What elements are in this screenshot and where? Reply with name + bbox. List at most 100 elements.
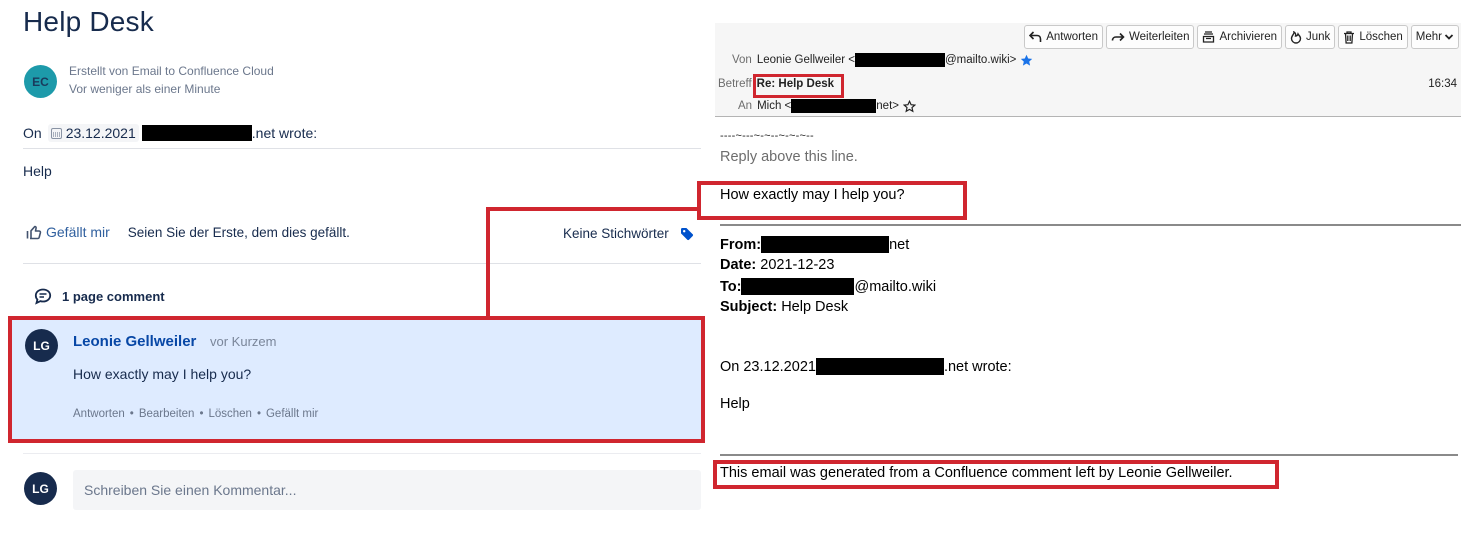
email-time: 16:34 bbox=[1428, 78, 1457, 90]
quoted-date: Date: 2021-12-23 bbox=[720, 257, 834, 273]
byline-created-by: Erstellt von Email to Confluence Cloud bbox=[69, 64, 274, 78]
archive-button[interactable]: Archivieren bbox=[1197, 25, 1283, 49]
labels-text: Keine Stichwörter bbox=[563, 226, 669, 241]
redacted-email bbox=[761, 236, 890, 253]
page-comment: LG Leonie Gellweiler vor Kurzem How exac… bbox=[10, 318, 702, 442]
star-filled-icon[interactable] bbox=[1020, 54, 1033, 67]
footer-note: This email was generated from a Confluen… bbox=[720, 465, 1233, 481]
thumbs-up-icon bbox=[26, 225, 42, 240]
to-label: An bbox=[738, 100, 753, 112]
redacted-sender bbox=[141, 125, 252, 141]
comment-time[interactable]: vor Kurzem bbox=[210, 334, 276, 349]
archive-icon bbox=[1203, 31, 1215, 43]
more-button[interactable]: Mehr bbox=[1410, 25, 1459, 49]
quote-line: On 23.12.2021 .net wrote: bbox=[23, 124, 317, 142]
separator-dot: • bbox=[256, 408, 261, 420]
reply-above-text: Reply above this line. bbox=[720, 149, 858, 165]
quote-suffix: .net wrote: bbox=[943, 358, 1012, 375]
subject-label: Betreff bbox=[718, 78, 752, 90]
page-title: Help Desk bbox=[23, 6, 154, 37]
more-button-label: Mehr bbox=[1415, 31, 1442, 43]
reply-button[interactable]: Antworten bbox=[1024, 25, 1103, 49]
comment-edit-link[interactable]: Bearbeiten bbox=[139, 408, 195, 420]
comment-actions: Antworten • Bearbeiten • Löschen • Gefäl… bbox=[73, 408, 318, 420]
redacted-email bbox=[791, 99, 877, 113]
comment-avatar[interactable]: LG bbox=[25, 329, 58, 362]
chevron-down-icon bbox=[1444, 34, 1454, 40]
trash-icon bbox=[1344, 30, 1355, 44]
annotation-connector bbox=[486, 207, 490, 319]
quoted-subject-label: Subject: bbox=[720, 299, 778, 315]
date-value: 23.12.2021 bbox=[65, 125, 136, 141]
separator-dot: • bbox=[129, 408, 134, 420]
like-row: Gefällt mir Seien Sie der Erste, dem die… bbox=[26, 224, 350, 240]
star-outline-icon[interactable] bbox=[902, 99, 916, 113]
junk-button[interactable]: Junk bbox=[1285, 25, 1336, 49]
quoted-from-label: From: bbox=[720, 236, 762, 253]
to-suffix: net> bbox=[876, 100, 899, 112]
calendar-icon bbox=[50, 127, 62, 139]
tag-icon[interactable] bbox=[680, 227, 694, 241]
junk-button-label: Junk bbox=[1306, 31, 1331, 43]
delete-button-label: Löschen bbox=[1359, 31, 1403, 43]
quote-suffix: .net wrote: bbox=[251, 125, 318, 141]
divider bbox=[23, 453, 701, 454]
to-name[interactable]: Mich < bbox=[757, 100, 791, 112]
comment-delete-link[interactable]: Löschen bbox=[208, 408, 251, 420]
comment-like-link[interactable]: Gefällt mir bbox=[266, 408, 318, 420]
date-lozenge[interactable]: 23.12.2021 bbox=[47, 124, 139, 142]
quote-header: On 23.12.2021 .net wrote: bbox=[720, 358, 1012, 375]
comments-count: 1 page comment bbox=[62, 289, 165, 304]
reply-button-label: Antworten bbox=[1046, 31, 1098, 43]
comment-input[interactable] bbox=[73, 470, 701, 510]
quoted-subject: Subject: Help Desk bbox=[720, 299, 848, 315]
email-header: Antworten Weiterleiten Archivieren Junk … bbox=[715, 23, 1461, 117]
like-info: Seien Sie der Erste, dem dies gefällt. bbox=[127, 224, 350, 240]
comment-body: How exactly may I help you? bbox=[73, 366, 252, 382]
quoted-from: From: net bbox=[720, 236, 909, 253]
subject-value: Re: Help Desk bbox=[756, 78, 835, 90]
quote-prefix: On bbox=[23, 125, 42, 141]
divider bbox=[23, 148, 701, 149]
comments-header: 1 page comment bbox=[34, 288, 165, 305]
redacted-email bbox=[854, 53, 945, 67]
from-label: Von bbox=[732, 54, 752, 66]
labels-row: Keine Stichwörter bbox=[563, 226, 694, 241]
comment-reply-link[interactable]: Antworten bbox=[73, 408, 125, 420]
reply-icon bbox=[1029, 31, 1042, 42]
quoted-date-value: 2021-12-23 bbox=[760, 257, 835, 273]
forward-button[interactable]: Weiterleiten bbox=[1105, 25, 1195, 49]
separator bbox=[720, 454, 1458, 456]
comment-author[interactable]: Leonie Gellweiler bbox=[73, 333, 196, 350]
separator bbox=[720, 224, 1461, 226]
archive-button-label: Archivieren bbox=[1219, 31, 1278, 43]
confluence-page: Help Desk EC Erstellt von Email to Confl… bbox=[0, 0, 712, 537]
email-message: Antworten Weiterleiten Archivieren Junk … bbox=[715, 23, 1464, 537]
reply-marker: ----~---~-~--~-~-~-- bbox=[720, 130, 814, 142]
current-user-avatar: LG bbox=[24, 472, 57, 505]
delete-button[interactable]: Löschen bbox=[1338, 25, 1408, 49]
quoted-from-suffix: net bbox=[889, 236, 910, 253]
from-name[interactable]: Leonie Gellweiler < bbox=[757, 54, 855, 66]
annotation-connector bbox=[486, 207, 699, 211]
quote-body: Help bbox=[720, 396, 750, 412]
byline-created-when[interactable]: Vor weniger als einer Minute bbox=[69, 82, 220, 96]
to-row: An Mich < net> bbox=[738, 99, 916, 113]
comment-icon bbox=[34, 288, 52, 305]
from-row: Von Leonie Gellweiler < @mailto.wiki> bbox=[732, 53, 1033, 67]
page-body-text: Help bbox=[23, 163, 52, 179]
quoted-to-label: To: bbox=[720, 278, 742, 295]
redacted-email bbox=[815, 358, 944, 375]
quoted-date-label: Date: bbox=[720, 257, 757, 273]
quoted-subject-value: Help Desk bbox=[781, 299, 849, 315]
from-suffix: @mailto.wiki> bbox=[944, 54, 1017, 66]
quoted-to-suffix[interactable]: @mailto.wiki bbox=[854, 279, 936, 295]
like-button[interactable]: Gefällt mir bbox=[26, 224, 110, 240]
subject-row: Betreff Re: Help Desk bbox=[718, 76, 836, 92]
quote-prefix: On 23.12.2021 bbox=[720, 358, 816, 375]
author-avatar[interactable]: EC bbox=[24, 65, 57, 98]
email-toolbar: Antworten Weiterleiten Archivieren Junk … bbox=[1024, 25, 1459, 49]
forward-icon bbox=[1111, 32, 1125, 42]
divider bbox=[23, 263, 701, 264]
quoted-to: To: @mailto.wiki bbox=[720, 278, 936, 295]
